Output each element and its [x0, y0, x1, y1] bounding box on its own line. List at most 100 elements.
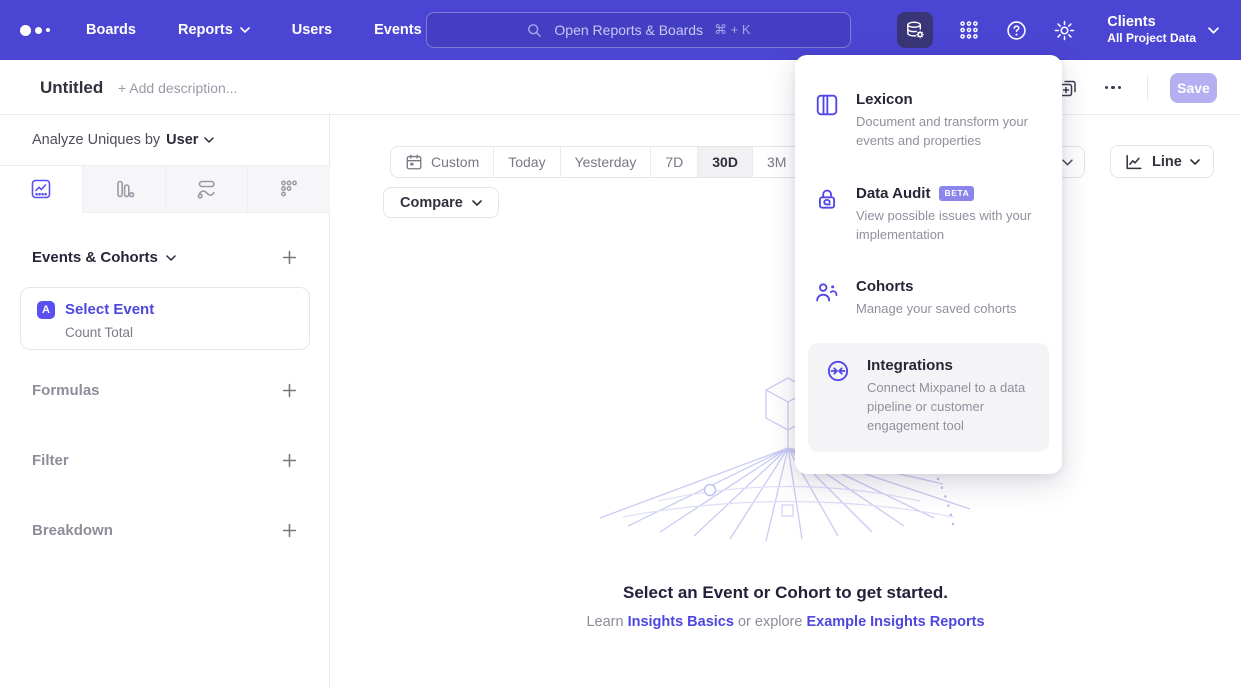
filter-label: Filter [32, 452, 69, 469]
date-range-label: 3M [767, 154, 786, 170]
nav-item-boards[interactable]: Boards [86, 22, 136, 38]
settings-button[interactable] [1053, 19, 1076, 42]
chevron-down-icon [1208, 27, 1219, 34]
events-cohorts-section: Events & Cohorts [32, 248, 299, 267]
org-name: Clients [1107, 13, 1196, 31]
select-event-button[interactable]: Select Event [65, 301, 154, 318]
empty-state-links: Learn Insights Basics or explore Example… [330, 614, 1241, 630]
events-cohorts-header[interactable]: Events & Cohorts [32, 249, 176, 266]
apps-grid-button[interactable] [958, 19, 980, 41]
chart-type-button[interactable]: Line [1110, 145, 1214, 178]
date-range-yesterday[interactable]: Yesterday [561, 147, 652, 177]
project-name: All Project Data [1107, 31, 1196, 47]
more-options-button[interactable] [1101, 82, 1126, 94]
date-range-label: Custom [431, 154, 479, 170]
menu-item-lexicon[interactable]: Lexicon Document and transform your even… [795, 81, 1062, 161]
add-filter-button[interactable] [280, 451, 299, 470]
tab-retention[interactable] [247, 166, 330, 213]
date-range-label: 30D [712, 154, 738, 170]
search-input[interactable]: Open Reports & Boards ⌘ + K [426, 12, 851, 48]
chart-type-label: Line [1152, 154, 1182, 170]
event-series-badge: A [37, 301, 55, 319]
plus-icon [282, 250, 297, 265]
data-management-dropdown: Lexicon Document and transform your even… [795, 55, 1062, 474]
query-builder-panel: Analyze Uniques by User [0, 115, 330, 688]
breakdown-section: Breakdown [32, 521, 299, 540]
nav-item-reports[interactable]: Reports [178, 22, 250, 38]
tab-flows[interactable] [165, 166, 248, 213]
menu-item-data-audit[interactable]: Data Audit BETA View possible issues wit… [795, 175, 1062, 255]
date-range-30d[interactable]: 30D [698, 147, 753, 177]
plus-icon [282, 523, 297, 538]
chevron-down-icon [472, 200, 482, 206]
empty-state-title: Select an Event or Cohort to get started… [330, 583, 1241, 603]
retention-grid-icon [278, 178, 300, 200]
menu-item-title: Cohorts [856, 278, 914, 295]
chevron-down-icon [240, 27, 250, 33]
report-description-placeholder[interactable]: + Add description... [118, 80, 237, 96]
database-gear-icon [904, 19, 927, 42]
filter-section: Filter [32, 451, 299, 470]
tab-insights[interactable] [0, 166, 82, 213]
insights-basics-link[interactable]: Insights Basics [628, 614, 734, 630]
nav-item-events[interactable]: Events [374, 22, 422, 38]
formulas-section: Formulas [32, 381, 299, 400]
date-range-today[interactable]: Today [494, 147, 560, 177]
date-range-7d[interactable]: 7D [651, 147, 698, 177]
menu-item-description: Connect Mixpanel to a data pipeline or c… [867, 379, 1033, 436]
add-event-button[interactable] [280, 248, 299, 267]
breakdown-label: Breakdown [32, 522, 113, 539]
date-range-custom[interactable]: Custom [391, 147, 494, 177]
flows-icon [195, 178, 218, 201]
analyze-uniques-row: Analyze Uniques by User [32, 132, 214, 148]
plus-icon [282, 383, 297, 398]
or-explore-text: or explore [738, 614, 802, 630]
compare-button[interactable]: Compare [383, 187, 499, 218]
grid-icon [958, 19, 980, 41]
formulas-label: Formulas [32, 382, 100, 399]
cohorts-people-icon [815, 280, 839, 304]
report-title[interactable]: Untitled [40, 78, 103, 98]
project-switcher[interactable]: Clients All Project Data [1107, 13, 1219, 47]
menu-item-integrations[interactable]: Integrations Connect Mixpanel to a data … [808, 343, 1049, 452]
nav-item-label: Events [374, 22, 422, 38]
nav-item-label: Users [292, 22, 332, 38]
add-breakdown-button[interactable] [280, 521, 299, 540]
menu-item-description: Manage your saved cohorts [856, 300, 1016, 319]
insights-chart-icon [30, 178, 52, 200]
event-card[interactable]: A Select Event Count Total [20, 287, 310, 350]
search-shortcut: ⌘ + K [714, 22, 751, 38]
learn-prefix: Learn [586, 614, 623, 630]
funnels-bars-icon [112, 178, 135, 201]
mixpanel-logo-icon[interactable] [20, 25, 50, 36]
analyze-label: Analyze Uniques by [32, 132, 160, 148]
search-placeholder: Open Reports & Boards [554, 22, 703, 38]
example-insights-reports-link[interactable]: Example Insights Reports [806, 614, 984, 630]
nav-item-label: Boards [86, 22, 136, 38]
beta-badge: BETA [939, 186, 974, 201]
primary-nav: Boards Reports Users Events [86, 22, 422, 38]
menu-item-cohorts[interactable]: Cohorts Manage your saved cohorts [795, 268, 1062, 329]
menu-item-title: Data Audit [856, 185, 930, 202]
lexicon-book-icon [815, 93, 839, 117]
chevron-down-icon [1062, 159, 1073, 166]
count-total-dropdown[interactable]: Count Total [65, 325, 133, 340]
nav-item-users[interactable]: Users [292, 22, 332, 38]
save-button[interactable]: Save [1170, 73, 1217, 103]
integrations-exchange-icon [826, 359, 850, 383]
data-audit-lock-icon [815, 187, 839, 211]
date-range-label: 7D [665, 154, 683, 170]
chevron-down-icon [204, 137, 214, 143]
report-type-tabs [0, 165, 330, 213]
add-formula-button[interactable] [280, 381, 299, 400]
help-icon [1005, 19, 1028, 42]
date-range-label: Today [508, 154, 545, 170]
analyze-by-value: User [166, 132, 198, 148]
analyze-by-dropdown[interactable]: User [166, 132, 214, 148]
plus-icon [282, 453, 297, 468]
help-button[interactable] [1005, 19, 1028, 42]
tab-funnels[interactable] [82, 166, 165, 213]
divider [1147, 75, 1148, 101]
gear-icon [1053, 19, 1076, 42]
data-management-button[interactable] [897, 12, 933, 48]
